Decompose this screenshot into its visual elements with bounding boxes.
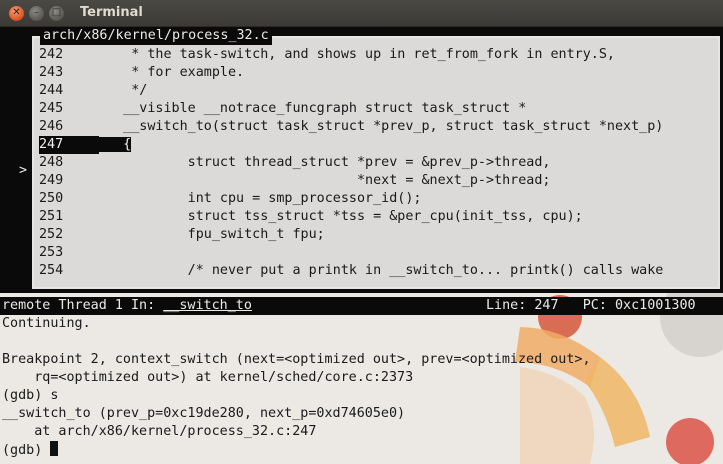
source-line: 248 struct thread_struct *prev = &prev_p… [39,154,719,172]
source-line: 251 struct tss_struct *tss = &per_cpu(in… [39,208,719,226]
status-line: remote Thread 1 In: __switch_to Line: 24… [0,297,723,315]
source-line-current: 247 { [39,136,719,154]
gdb-prompt: (gdb) [2,443,51,458]
console-line: Breakpoint 2, context_switch (next=<opti… [2,352,591,367]
line-text: int cpu = smp_processor_id(); [99,191,422,206]
source-line: 250 int cpu = smp_processor_id(); [39,190,719,208]
line-text: /* never put a printk in __switch_to... … [99,263,664,278]
line-number: 252 [39,227,64,242]
current-line-marker: > [19,163,28,178]
line-text: *next = &next_p->thread; [99,173,551,188]
console-line: __switch_to (prev_p=0xc19de280, next_p=0… [2,406,406,421]
line-number: 246 [39,119,64,134]
status-line-pc: Line: 247 PC: 0xc1001300 [486,298,696,313]
source-lines: 242 * the task-switch, and shows up in r… [39,46,719,280]
source-window: 242 * the task-switch, and shows up in r… [0,27,723,293]
source-line: 246 __switch_to(struct task_struct *prev… [39,118,719,136]
status-thread: remote Thread 1 In: __switch_to [2,297,252,315]
maximize-window-button[interactable]: □ [49,5,64,21]
console-line: (gdb) s [2,388,59,403]
line-text: * for example. [99,65,245,80]
line-number: 251 [39,209,64,224]
console-line: at arch/x86/kernel/process_32.c:247 [2,424,317,439]
console-line: Continuing. [2,316,91,331]
line-number: 243 [39,65,64,80]
close-window-button[interactable]: ✕ [9,5,24,21]
line-text-current: { [99,137,132,152]
line-number: 249 [39,173,64,188]
window-title: Terminal [80,5,143,20]
source-box: 242 * the task-switch, and shows up in r… [32,36,720,289]
status-function: __switch_to [163,298,252,313]
source-line: 245 __visible __notrace_funcgraph struct… [39,100,719,118]
line-text: * the task-switch, and shows up in ret_f… [99,47,615,62]
line-number: 253 [39,245,64,260]
source-file-path: arch/x86/kernel/process_32.c [40,27,272,45]
line-text: struct thread_struct *prev = &prev_p->th… [99,155,551,170]
source-line: 249 *next = &next_p->thread; [39,172,719,190]
text-cursor [50,441,59,456]
minimize-window-button[interactable]: – [29,5,44,21]
terminal-area[interactable]: 242 * the task-switch, and shows up in r… [0,27,723,464]
console-line: rq=<optimized out>) at kernel/sched/core… [2,370,414,385]
source-line: 244 */ [39,82,719,100]
title-bar: ✕ – □ Terminal [0,0,723,27]
source-line: 254 /* never put a printk in __switch_to… [39,262,719,280]
status-prefix: remote Thread 1 In: [2,298,164,313]
source-line: 242 * the task-switch, and shows up in r… [39,46,719,64]
source-line: 253 [39,244,719,262]
source-line: 243 * for example. [39,64,719,82]
source-line: 252 fpu_switch_t fpu; [39,226,719,244]
line-text: struct tss_struct *tss = &per_cpu(init_t… [99,209,583,224]
line-text: fpu_switch_t fpu; [99,227,325,242]
line-text: __switch_to(struct task_struct *prev_p, … [99,119,664,134]
gdb-prompt-line[interactable]: (gdb) [2,441,720,459]
line-number-current: 247 [39,136,99,154]
line-number: 250 [39,191,64,206]
line-number: 254 [39,263,64,278]
line-number: 248 [39,155,64,170]
line-text: */ [99,83,148,98]
line-number: 245 [39,101,64,116]
line-number: 244 [39,83,64,98]
line-text: __visible __notrace_funcgraph struct tas… [99,101,527,116]
gdb-console[interactable]: Continuing. Breakpoint 2, context_switch… [2,315,720,459]
line-number: 242 [39,47,64,62]
